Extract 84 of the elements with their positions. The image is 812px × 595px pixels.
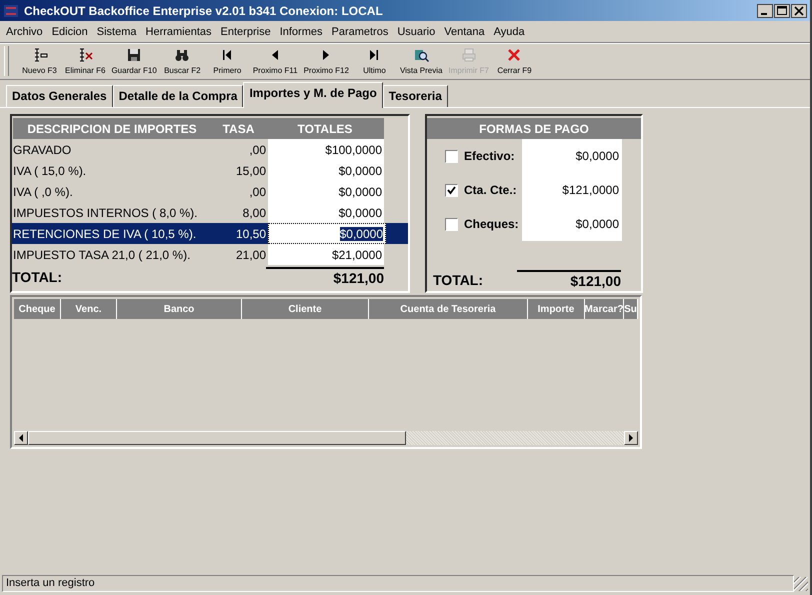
toolbar-button[interactable]: Cerrar F9 xyxy=(492,44,537,78)
printer-icon xyxy=(460,47,477,63)
toolbar-button[interactable]: Guardar F10 xyxy=(108,44,160,78)
field-label: Efectivo: xyxy=(464,149,515,163)
menu-item[interactable]: Edicion xyxy=(48,26,93,38)
column-header[interactable]: Venc. xyxy=(61,299,117,319)
column-header: TASA xyxy=(222,122,256,136)
table-cell-text: GRAVADO xyxy=(12,142,72,156)
tab[interactable]: Datos Generales xyxy=(6,85,113,107)
toolbar-button[interactable]: Nuevo F3 xyxy=(17,44,62,78)
table-cell-text: ,00 xyxy=(248,142,266,156)
scroll-left-button[interactable] xyxy=(14,431,28,445)
toolbar-button[interactable]: Proximo F12 xyxy=(300,44,352,78)
menu-item[interactable]: Usuario xyxy=(393,26,440,38)
left-arrow-icon xyxy=(18,434,24,442)
total-label: TOTAL: xyxy=(12,268,62,284)
menu-item[interactable]: Parametros xyxy=(327,26,394,38)
amount-field[interactable]: $100,0000 xyxy=(268,139,384,160)
panel-header: FORMAS DE PAGO xyxy=(427,118,641,139)
column-header[interactable]: Cuenta de Tesoreria xyxy=(369,299,528,319)
amount-field[interactable]: $0,0000 $121,0000 $0,0000 xyxy=(522,139,622,241)
column-header[interactable]: Marcar? xyxy=(585,299,624,319)
table-cell-text: 15,00 xyxy=(234,164,266,178)
tab[interactable]: Importes y M. de Pago xyxy=(243,82,383,108)
table-cell-text: IMPUESTOS INTERNOS ( 8,0 %). xyxy=(12,206,198,220)
checkbox[interactable] xyxy=(445,150,458,162)
horizontal-scrollbar[interactable] xyxy=(14,431,638,445)
amount-field[interactable]: $0,0000 xyxy=(268,202,384,223)
toolbar-button[interactable]: Buscar F2 xyxy=(160,44,205,78)
scroll-thumb[interactable] xyxy=(28,431,406,445)
menu-item[interactable]: Enterprise xyxy=(216,26,276,38)
toolbar-button[interactable]: Proximo F11 xyxy=(250,44,301,78)
print-preview-icon xyxy=(413,47,430,63)
column-header: DESCRIPCION DE IMPORTES xyxy=(26,122,198,136)
column-header[interactable]: Cliente xyxy=(242,299,369,319)
amount-field[interactable]: $0,0000 xyxy=(268,160,384,181)
close-icon xyxy=(506,47,522,63)
close-button[interactable] xyxy=(791,4,807,18)
field-label: Cta. Cte.: xyxy=(464,183,517,197)
table-cell-text: IVA ( 15,0 %). xyxy=(12,164,88,178)
right-arrow-icon xyxy=(628,434,634,442)
menu-item[interactable]: Herramientas xyxy=(142,26,217,38)
toolbar-button[interactable]: Ultimo xyxy=(352,44,397,78)
menu-item[interactable]: Ventana xyxy=(440,26,490,38)
table-cell-text: 21,00 xyxy=(234,248,266,262)
column-header[interactable]: Su xyxy=(624,299,638,319)
menu-item[interactable]: Sistema xyxy=(92,26,142,38)
total-label: TOTAL: xyxy=(433,272,484,288)
tab[interactable]: Tesoreria xyxy=(382,85,448,107)
table-cell-text: 8,00 xyxy=(242,206,266,220)
row-highlight[interactable]: RETENCIONES DE IVA ( 10,5 %). 10,50 $0,0000 xyxy=(12,223,408,244)
scroll-right-button[interactable] xyxy=(624,431,638,445)
column-header[interactable]: Cheque xyxy=(14,299,61,319)
table-cell-text: ,00 xyxy=(248,184,266,198)
total-value: $121,00 xyxy=(266,267,384,286)
field-label: Cheques: xyxy=(464,217,519,231)
table-cell-text: 10,50 xyxy=(234,226,266,240)
toolbar-button[interactable]: Eliminar F6 xyxy=(62,44,108,78)
column-header[interactable]: Importe xyxy=(528,299,585,319)
window-title: CheckOUT Backoffice Enterprise v2.01 b341 Conexion: LOCAL xyxy=(24,4,383,18)
toolbar-grip[interactable] xyxy=(4,46,9,76)
menu-item[interactable]: Informes xyxy=(276,26,328,38)
binoculars-icon xyxy=(174,47,190,63)
maximize-button[interactable] xyxy=(774,4,790,18)
table-cell-text: IMPUESTO TASA 21,0 ( 21,0 %). xyxy=(12,248,192,262)
status-bar: Inserta un registro xyxy=(2,575,794,592)
resize-grip[interactable] xyxy=(794,576,808,590)
menu-item[interactable]: Ayuda xyxy=(490,26,530,38)
amount-field[interactable]: $0,0000 xyxy=(268,223,386,244)
table-cell-text: IVA ( ,0 %). xyxy=(12,184,74,198)
menu-item[interactable]: Archivo xyxy=(2,26,48,38)
column-header[interactable]: Banco xyxy=(117,299,242,319)
table-cell-text: RETENCIONES DE IVA ( 10,5 %). xyxy=(12,226,198,240)
toolbar-button[interactable]: Primero xyxy=(204,44,250,78)
list-icon xyxy=(77,47,94,63)
amount-field[interactable]: $0,0000 xyxy=(268,181,384,202)
total-value: $121,00 xyxy=(517,270,621,289)
checkbox[interactable] xyxy=(445,218,458,230)
amount-field[interactable]: $21,0000 xyxy=(268,244,384,265)
minimize-button[interactable] xyxy=(757,4,773,18)
column-header: TOTALES xyxy=(296,122,354,136)
toolbar-button[interactable]: Vista Previa xyxy=(396,44,446,78)
checkbox[interactable] xyxy=(445,184,458,196)
app-icon xyxy=(3,4,19,18)
